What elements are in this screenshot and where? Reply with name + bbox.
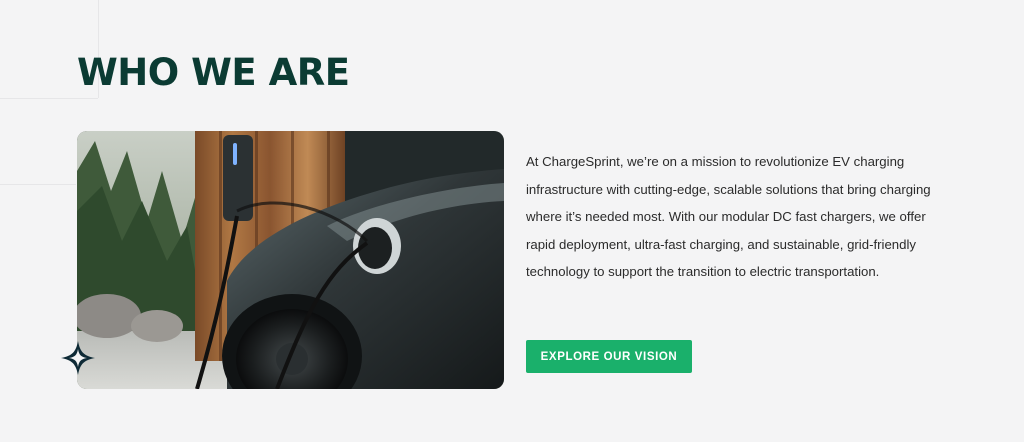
section-description: At ChargeSprint, we’re on a mission to r… (526, 154, 931, 280)
ev-charging-image (77, 131, 504, 389)
decorative-grid-line (0, 98, 98, 99)
section-title: WHO WE ARE (77, 51, 350, 94)
sparkle-icon (58, 338, 98, 378)
decorative-grid-line (0, 184, 76, 185)
explore-our-vision-button[interactable]: EXPLORE OUR VISION (526, 340, 692, 373)
who-we-are-section: WHO WE ARE At ChargeSprint, we’re on a m… (0, 0, 1024, 442)
